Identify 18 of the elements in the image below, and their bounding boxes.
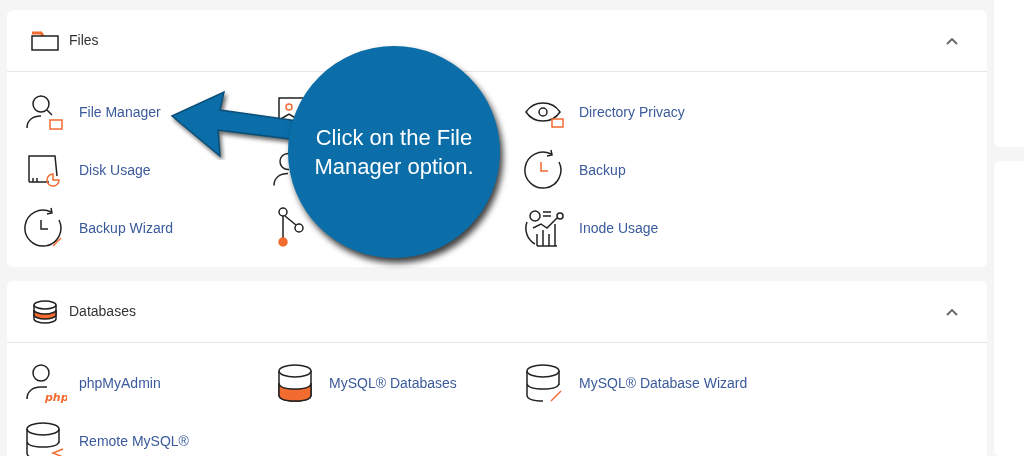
tool-link[interactable]: MySQL® Databases <box>329 372 457 394</box>
chevron-up-icon[interactable] <box>945 306 959 317</box>
tool-link[interactable]: Directory Privacy <box>579 101 685 123</box>
tool-link[interactable]: File Manager <box>79 101 161 123</box>
tool-link[interactable]: phpMyAdmin <box>79 372 161 394</box>
tool-link[interactable]: Backup <box>579 159 626 181</box>
user-icon <box>273 152 289 188</box>
section-title: Databases <box>69 302 136 321</box>
tool-link[interactable]: Disk Usage <box>79 159 151 181</box>
tool-link[interactable]: MySQL® Database Wizard <box>579 372 748 394</box>
tool-link[interactable]: Inode Usage <box>579 217 659 239</box>
chevron-up-icon[interactable] <box>945 35 959 46</box>
tool-link[interactable]: Backup Wizard <box>79 217 174 239</box>
database-icon <box>32 299 58 324</box>
callout-text: Click on the File Manager option. <box>313 124 475 181</box>
folder-icon <box>31 30 59 51</box>
tool-link[interactable]: Remote MySQL® <box>79 430 189 452</box>
section-title: Files <box>69 31 99 50</box>
